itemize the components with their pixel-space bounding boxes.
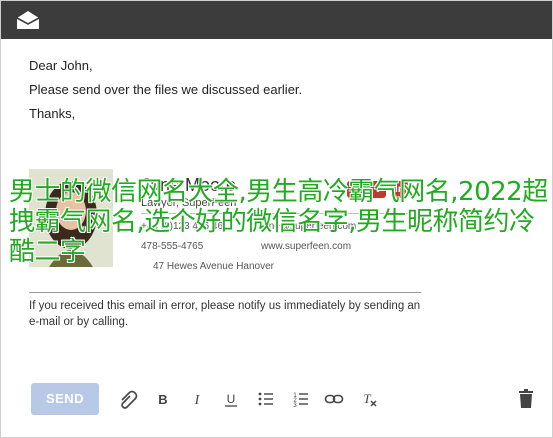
bold-icon[interactable]: B (153, 389, 173, 409)
numbered-list-icon[interactable]: 1 2 3 (291, 389, 311, 409)
title-bar (1, 1, 552, 39)
bulleted-list-icon[interactable] (256, 389, 276, 409)
trash-icon[interactable] (515, 388, 537, 410)
italic-icon[interactable]: I (187, 389, 207, 409)
open-mail-icon[interactable] (15, 9, 41, 31)
svg-text:B: B (158, 392, 167, 407)
svg-text:I: I (194, 393, 201, 408)
signature-separator (29, 292, 421, 293)
attach-icon[interactable] (118, 389, 138, 409)
email-closing: Thanks, (29, 106, 76, 121)
underline-icon[interactable]: U (221, 389, 241, 409)
svg-text:T: T (363, 391, 371, 406)
watermark-overlay-text: 男士的微信网名大全,男生高冷霸气网名,2022超拽霸气网名,选个好的微信名字,男… (9, 177, 548, 267)
email-disclaimer: If you received this email in error, ple… (29, 300, 421, 328)
send-button[interactable]: SEND (31, 383, 99, 415)
clear-format-icon[interactable]: T (359, 389, 379, 409)
email-compose-window: Dear John, Please send over the files we… (0, 0, 553, 438)
link-icon[interactable] (324, 389, 344, 409)
email-greeting: Dear John, (29, 58, 93, 73)
svg-text:3: 3 (293, 403, 297, 409)
email-body-line: Please send over the files we discussed … (29, 82, 303, 97)
svg-text:U: U (227, 392, 236, 406)
